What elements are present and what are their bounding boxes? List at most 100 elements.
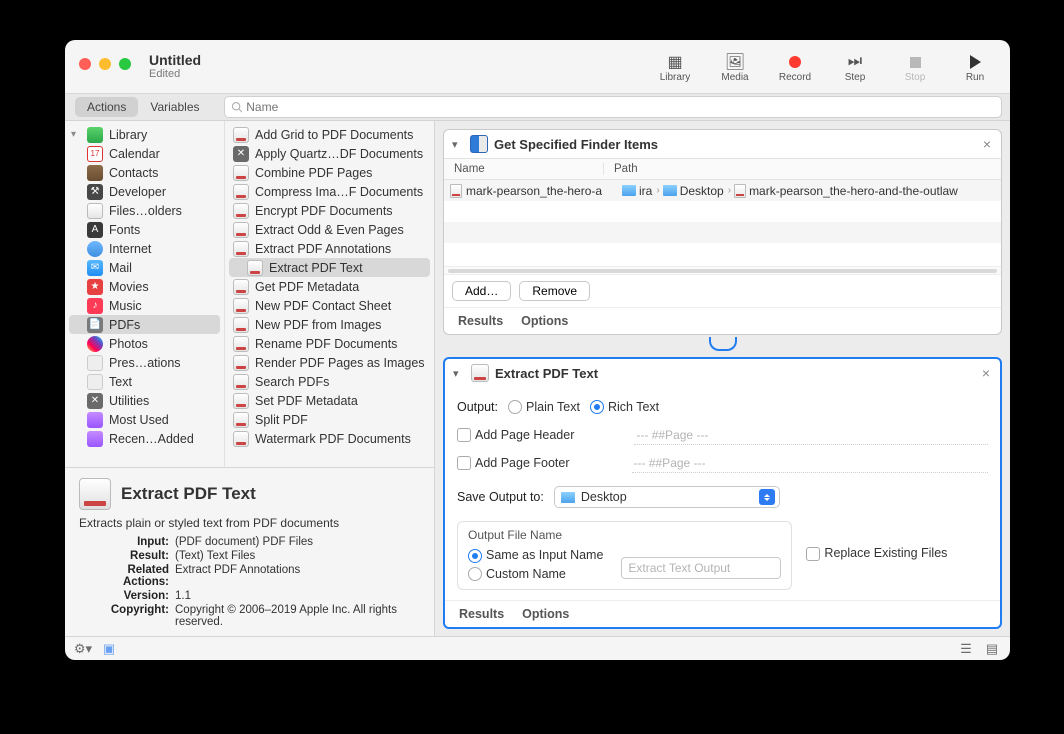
category-developer[interactable]: ⚒Developer — [65, 182, 224, 201]
action-item[interactable]: Add Grid to PDF Documents — [225, 125, 434, 144]
category-utilities[interactable]: ✕Utilities — [65, 391, 224, 410]
pdf-doc-icon — [233, 298, 249, 314]
view-flow-button[interactable]: ▤ — [984, 641, 1000, 657]
tab-variables[interactable]: Variables — [138, 97, 211, 117]
finder-icon — [87, 203, 103, 219]
table-row[interactable]: mark-pearson_the-hero-a ira › Desktop › … — [444, 180, 1001, 201]
action-item[interactable]: Get PDF Metadata — [225, 277, 434, 296]
pdf-doc-icon — [247, 260, 263, 276]
toolbar-run-button[interactable]: Run — [954, 52, 996, 83]
options-tab[interactable]: Options — [522, 607, 569, 621]
action-item[interactable]: Render PDF Pages as Images — [225, 353, 434, 372]
workflow-step-finder-items[interactable]: ▾ Get Specified Finder Items × Name Path… — [443, 129, 1002, 335]
category-fonts[interactable]: AFonts — [65, 220, 224, 239]
action-item[interactable]: Watermark PDF Documents — [225, 429, 434, 448]
radio-plain-text[interactable]: Plain Text — [508, 400, 580, 415]
save-output-label: Save Output to: — [457, 490, 544, 504]
footer-text-field[interactable]: --- ##Page --- — [632, 453, 988, 473]
font-icon: A — [87, 222, 103, 238]
action-list[interactable]: Add Grid to PDF Documents ✕Apply Quartz…… — [225, 121, 434, 467]
action-item[interactable]: Rename PDF Documents — [225, 334, 434, 353]
close-window-button[interactable] — [79, 58, 91, 70]
checkbox-add-header[interactable]: Add Page Header — [457, 428, 574, 443]
titlebar: Untitled Edited ▦ Library 🖼 Media Record… — [65, 40, 1010, 93]
action-item[interactable]: Compress Ima…F Documents — [225, 182, 434, 201]
folder-icon — [87, 412, 103, 428]
toolbar-step-button[interactable]: ⏭ Step — [834, 52, 876, 83]
action-item[interactable]: Extract PDF Annotations — [225, 239, 434, 258]
step-title: Get Specified Finder Items — [494, 137, 658, 152]
items-table-header: Name Path — [444, 158, 1001, 180]
search-field[interactable] — [224, 96, 1003, 118]
detail-description: Extracts plain or styled text from PDF d… — [79, 516, 420, 530]
action-item[interactable]: Search PDFs — [225, 372, 434, 391]
minimize-window-button[interactable] — [99, 58, 111, 70]
workflow-step-extract-pdf-text[interactable]: ▾ Extract PDF Text × Output: Plain Text … — [443, 357, 1002, 629]
action-item[interactable]: Encrypt PDF Documents — [225, 201, 434, 220]
category-mail[interactable]: ✉Mail — [65, 258, 224, 277]
category-music[interactable]: ♪Music — [65, 296, 224, 315]
action-item-selected[interactable]: Extract PDF Text — [229, 258, 430, 277]
smart-recently-added[interactable]: Recen…Added — [65, 429, 224, 448]
category-calendar[interactable]: 17Calendar — [65, 144, 224, 163]
action-item[interactable]: Extract Odd & Even Pages — [225, 220, 434, 239]
add-item-button[interactable]: Add… — [452, 281, 511, 301]
options-tab[interactable]: Options — [521, 314, 568, 328]
pdf-doc-icon — [233, 184, 249, 200]
header-text-field[interactable]: --- ##Page --- — [634, 425, 988, 445]
remove-item-button[interactable]: Remove — [519, 281, 590, 301]
radio-same-name[interactable]: Same as Input Name — [468, 548, 603, 563]
action-item[interactable]: ✕Apply Quartz…DF Documents — [225, 144, 434, 163]
photos-icon — [87, 336, 103, 352]
action-detail: Extract PDF Text Extracts plain or style… — [65, 467, 434, 636]
horizontal-scrollbar[interactable] — [444, 266, 1001, 274]
search-input[interactable] — [246, 100, 995, 114]
category-library[interactable]: ▾ Library — [65, 125, 224, 144]
save-location-popup[interactable]: Desktop — [554, 486, 780, 508]
action-item[interactable]: New PDF Contact Sheet — [225, 296, 434, 315]
results-tab[interactable]: Results — [458, 314, 503, 328]
view-list-button[interactable]: ☰ — [958, 641, 974, 657]
remove-step-button[interactable]: × — [980, 365, 992, 381]
zoom-window-button[interactable] — [119, 58, 131, 70]
checkbox-replace-existing[interactable]: Replace Existing Files — [806, 546, 947, 561]
col-name[interactable]: Name — [444, 163, 604, 175]
toolbar-media-button[interactable]: 🖼 Media — [714, 52, 756, 83]
radio-custom-name[interactable]: Custom Name — [468, 567, 603, 582]
category-pdfs[interactable]: 📄PDFs — [69, 315, 220, 334]
category-presentations[interactable]: Pres…ations — [65, 353, 224, 372]
document-icon — [450, 184, 462, 198]
workflow-canvas[interactable]: ▾ Get Specified Finder Items × Name Path… — [435, 121, 1010, 636]
checkbox-add-footer[interactable]: Add Page Footer — [457, 456, 570, 471]
app-window: Untitled Edited ▦ Library 🖼 Media Record… — [65, 40, 1010, 660]
disclosure-icon[interactable]: ▾ — [453, 367, 465, 380]
toolbar-record-button[interactable]: Record — [774, 52, 816, 83]
action-item[interactable]: Split PDF — [225, 410, 434, 429]
record-icon — [789, 52, 801, 72]
pdf-doc-icon — [233, 241, 249, 257]
action-item[interactable]: Set PDF Metadata — [225, 391, 434, 410]
category-list[interactable]: ▾ Library 17Calendar Contacts ⚒Developer… — [65, 121, 225, 467]
category-contacts[interactable]: Contacts — [65, 163, 224, 182]
toolbar-library-button[interactable]: ▦ Library — [654, 52, 696, 83]
remove-step-button[interactable]: × — [981, 136, 993, 152]
smart-most-used[interactable]: Most Used — [65, 410, 224, 429]
col-path[interactable]: Path — [604, 163, 1001, 175]
category-photos[interactable]: Photos — [65, 334, 224, 353]
bottom-bar: ⚙︎▾ ▣ ☰ ▤ — [65, 636, 1010, 660]
items-table[interactable]: mark-pearson_the-hero-a ira › Desktop › … — [444, 180, 1001, 266]
category-files[interactable]: Files…olders — [65, 201, 224, 220]
disclosure-icon[interactable]: ▾ — [452, 138, 464, 151]
results-tab[interactable]: Results — [459, 607, 504, 621]
radio-rich-text[interactable]: Rich Text — [590, 400, 659, 415]
category-text[interactable]: Text — [65, 372, 224, 391]
action-item[interactable]: Combine PDF Pages — [225, 163, 434, 182]
category-movies[interactable]: ★Movies — [65, 277, 224, 296]
pdf-doc-icon — [233, 165, 249, 181]
tab-actions[interactable]: Actions — [75, 97, 138, 117]
gear-menu-button[interactable]: ⚙︎▾ — [75, 641, 91, 657]
workflow-type-button[interactable]: ▣ — [101, 641, 117, 657]
action-item[interactable]: New PDF from Images — [225, 315, 434, 334]
category-internet[interactable]: Internet — [65, 239, 224, 258]
custom-name-field[interactable]: Extract Text Output — [621, 557, 781, 579]
